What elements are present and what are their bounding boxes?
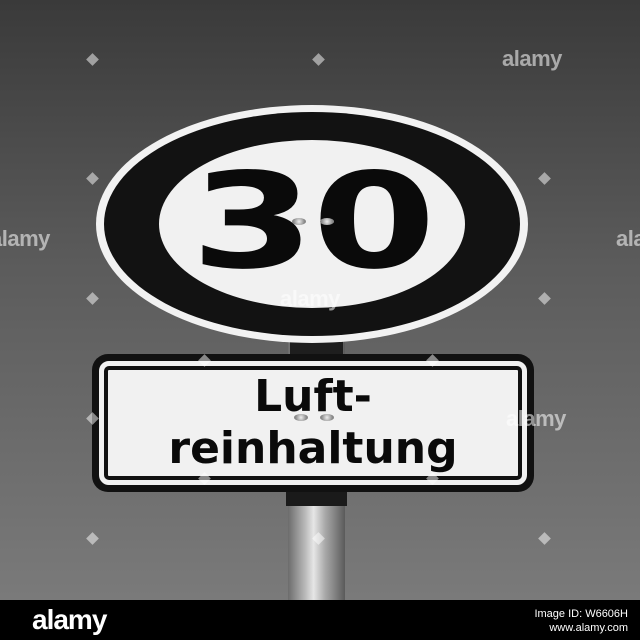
plate-text-line-1: Luft- <box>254 371 372 422</box>
watermark-text: alamy <box>0 226 50 251</box>
plate-text-line-2: reinhaltung <box>168 423 458 474</box>
watermark-dot <box>86 532 99 545</box>
stock-footer-bar: alamy Image ID: W6606H www.alamy.com <box>0 600 640 640</box>
footer-image-info: Image ID: W6606H www.alamy.com <box>534 607 628 635</box>
watermark-text: alamy <box>502 46 562 71</box>
watermark-dot <box>86 53 99 66</box>
plate-bolt-right <box>320 414 334 421</box>
sign-bolt-left <box>292 218 306 225</box>
footer-site-url: www.alamy.com <box>549 622 628 634</box>
photo-scene: 30 Luft- reinhaltung alamy alamy alamy a… <box>0 0 640 600</box>
watermark-dot <box>312 53 325 66</box>
footer-logo: alamy <box>32 604 107 635</box>
watermark-text: alamy <box>280 286 340 311</box>
plate-bolt-left <box>294 414 308 421</box>
watermark-dot <box>538 532 551 545</box>
footer-image-id: Image ID: W6606H <box>534 608 628 620</box>
sign-bolt-right <box>320 218 334 225</box>
watermark-text: alamy <box>616 226 640 251</box>
supplementary-plate: Luft- reinhaltung <box>92 354 534 492</box>
watermark-text: alamy <box>506 406 566 431</box>
supplementary-plate-face: Luft- reinhaltung <box>99 361 527 485</box>
